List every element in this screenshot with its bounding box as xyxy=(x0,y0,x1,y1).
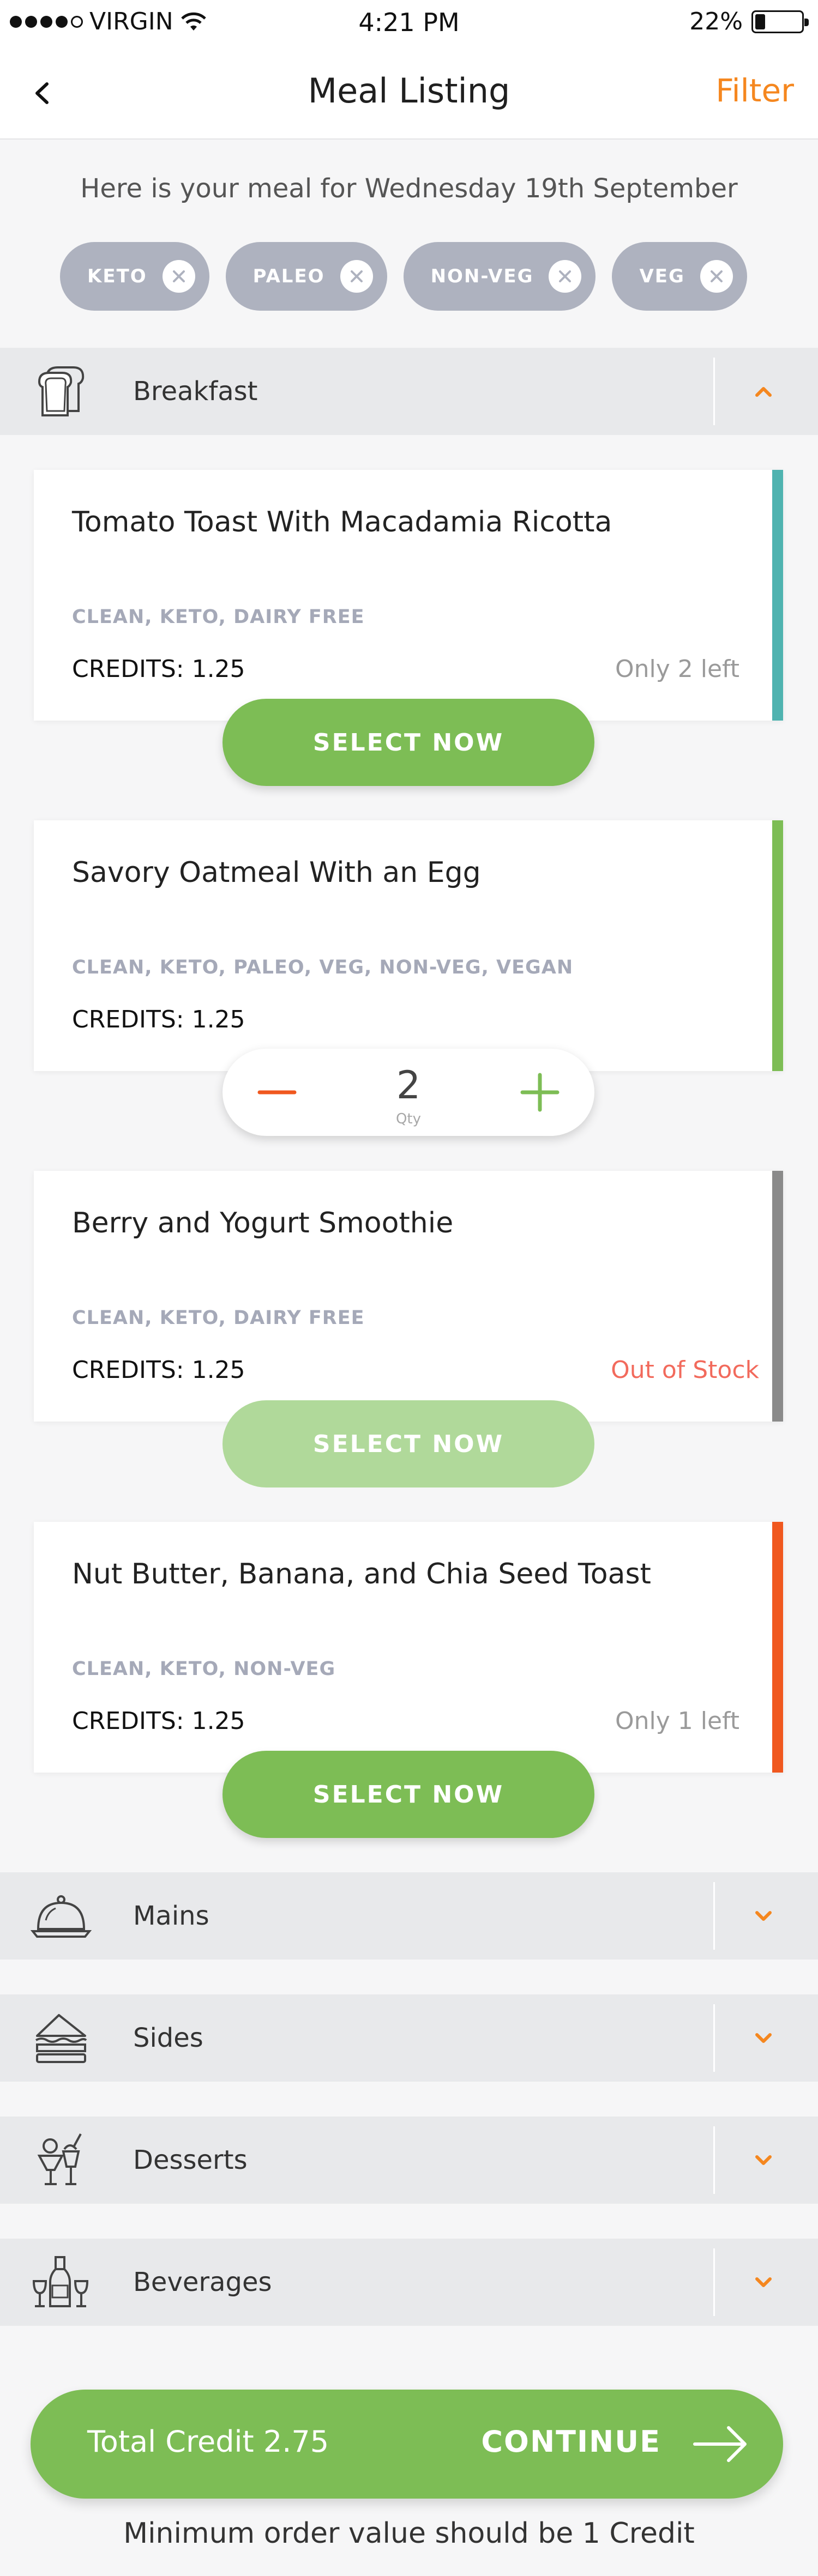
meal-card: Berry and Yogurt Smoothie CLEAN, KETO, D… xyxy=(34,1171,783,1422)
divider xyxy=(713,1882,715,1950)
stock-status: Out of Stock xyxy=(611,1356,759,1384)
status-bar: VIRGIN 4:21 PM 22% xyxy=(0,0,818,47)
meal-title: Nut Butter, Banana, and Chia Seed Toast xyxy=(72,1558,651,1591)
divider xyxy=(713,2004,715,2072)
chevron-down-icon[interactable] xyxy=(750,1903,777,1929)
meal-tags: CLEAN, KETO, DAIRY FREE xyxy=(72,1307,365,1329)
close-icon xyxy=(350,270,363,282)
close-icon xyxy=(172,270,185,282)
category-label: Breakfast xyxy=(133,376,258,407)
continue-label: CONTINUE xyxy=(481,2424,661,2459)
chip-label: PALEO xyxy=(252,265,325,287)
category-label: Mains xyxy=(133,1901,209,1931)
nav-bar: Meal Listing Filter xyxy=(0,47,818,140)
quantity-stepper: 2 Qty xyxy=(222,1049,594,1136)
filter-chip-keto[interactable]: KETO xyxy=(60,242,209,311)
cloche-icon xyxy=(31,1895,92,1938)
remove-chip-button[interactable] xyxy=(700,260,733,293)
page-title: Meal Listing xyxy=(308,71,510,111)
sandwich-icon xyxy=(35,2014,87,2063)
dessert-icon xyxy=(37,2133,82,2185)
remove-chip-button[interactable] xyxy=(549,260,582,293)
battery-percent: 22% xyxy=(689,8,743,35)
chevron-down-icon[interactable] xyxy=(750,2025,777,2051)
close-icon xyxy=(710,270,723,282)
remove-chip-button[interactable] xyxy=(162,260,195,293)
chevron-down-icon[interactable] xyxy=(750,2269,777,2295)
remove-chip-button[interactable] xyxy=(340,260,373,293)
divider xyxy=(713,2248,715,2316)
category-beverages-header[interactable]: Beverages xyxy=(0,2239,818,2326)
filter-chip-veg[interactable]: VEG xyxy=(612,242,747,311)
meal-title: Tomato Toast With Macadamia Ricotta xyxy=(72,506,612,539)
card-accent-bar xyxy=(772,820,783,1071)
meal-tags: CLEAN, KETO, NON-VEG xyxy=(72,1658,336,1680)
category-label: Sides xyxy=(133,2023,203,2053)
chevron-down-icon[interactable] xyxy=(750,2147,777,2173)
meal-tags: CLEAN, KETO, DAIRY FREE xyxy=(72,606,365,628)
meal-card: Tomato Toast With Macadamia Ricotta CLEA… xyxy=(34,470,783,721)
plus-icon[interactable] xyxy=(518,1071,562,1114)
category-sides-header[interactable]: Sides xyxy=(0,1994,818,2082)
battery-fill xyxy=(755,14,765,29)
status-right: 22% xyxy=(689,8,809,35)
category-desserts-header[interactable]: Desserts xyxy=(0,2117,818,2204)
chip-label: VEG xyxy=(639,265,685,287)
toast-icon xyxy=(38,366,85,416)
category-label: Beverages xyxy=(133,2267,272,2297)
card-accent-bar xyxy=(772,1171,783,1422)
filter-chips: KETO PALEO NON-VEG VEG xyxy=(60,242,747,311)
category-mains-header[interactable]: Mains xyxy=(0,1872,818,1960)
select-now-button[interactable]: SELECT NOW xyxy=(222,699,594,786)
meal-date-text: Here is your meal for Wednesday 19th Sep… xyxy=(80,173,738,204)
meal-credits: CREDITS: 1.25 xyxy=(72,1707,245,1735)
stock-status: Only 1 left xyxy=(615,1707,739,1735)
select-now-button[interactable]: SELECT NOW xyxy=(222,1751,594,1838)
chip-label: KETO xyxy=(87,265,147,287)
category-label: Desserts xyxy=(133,2145,248,2175)
divider xyxy=(713,358,715,425)
filter-chip-paleo[interactable]: PALEO xyxy=(225,242,387,311)
category-breakfast-header[interactable]: Breakfast xyxy=(0,348,818,435)
card-accent-bar xyxy=(772,1522,783,1773)
min-order-note: Minimum order value should be 1 Credit xyxy=(123,2517,695,2550)
continue-button[interactable]: Total Credit 2.75 CONTINUE xyxy=(31,2390,783,2499)
meal-tags: CLEAN, KETO, PALEO, VEG, NON-VEG, VEGAN xyxy=(72,957,574,978)
meal-card: Savory Oatmeal With an Egg CLEAN, KETO, … xyxy=(34,820,783,1071)
total-credit: Total Credit 2.75 xyxy=(87,2424,329,2459)
meal-title: Berry and Yogurt Smoothie xyxy=(72,1207,454,1239)
battery-icon xyxy=(751,10,809,33)
meal-title: Savory Oatmeal With an Egg xyxy=(72,856,481,889)
filter-chip-non-veg[interactable]: NON-VEG xyxy=(403,242,596,311)
chip-label: NON-VEG xyxy=(430,265,534,287)
arrow-right-icon xyxy=(693,2426,747,2462)
card-accent-bar xyxy=(772,470,783,721)
filter-button[interactable]: Filter xyxy=(715,72,794,109)
meal-credits: CREDITS: 1.25 xyxy=(72,1006,245,1033)
chevron-up-icon[interactable] xyxy=(750,378,777,404)
wine-bottle-icon xyxy=(32,2256,89,2307)
stock-status: Only 2 left xyxy=(615,655,739,683)
meal-credits: CREDITS: 1.25 xyxy=(72,655,245,683)
close-icon xyxy=(559,270,572,282)
divider xyxy=(713,2126,715,2194)
select-now-button-disabled: SELECT NOW xyxy=(222,1400,594,1487)
meal-card: Nut Butter, Banana, and Chia Seed Toast … xyxy=(34,1522,783,1773)
meal-credits: CREDITS: 1.25 xyxy=(72,1356,245,1384)
